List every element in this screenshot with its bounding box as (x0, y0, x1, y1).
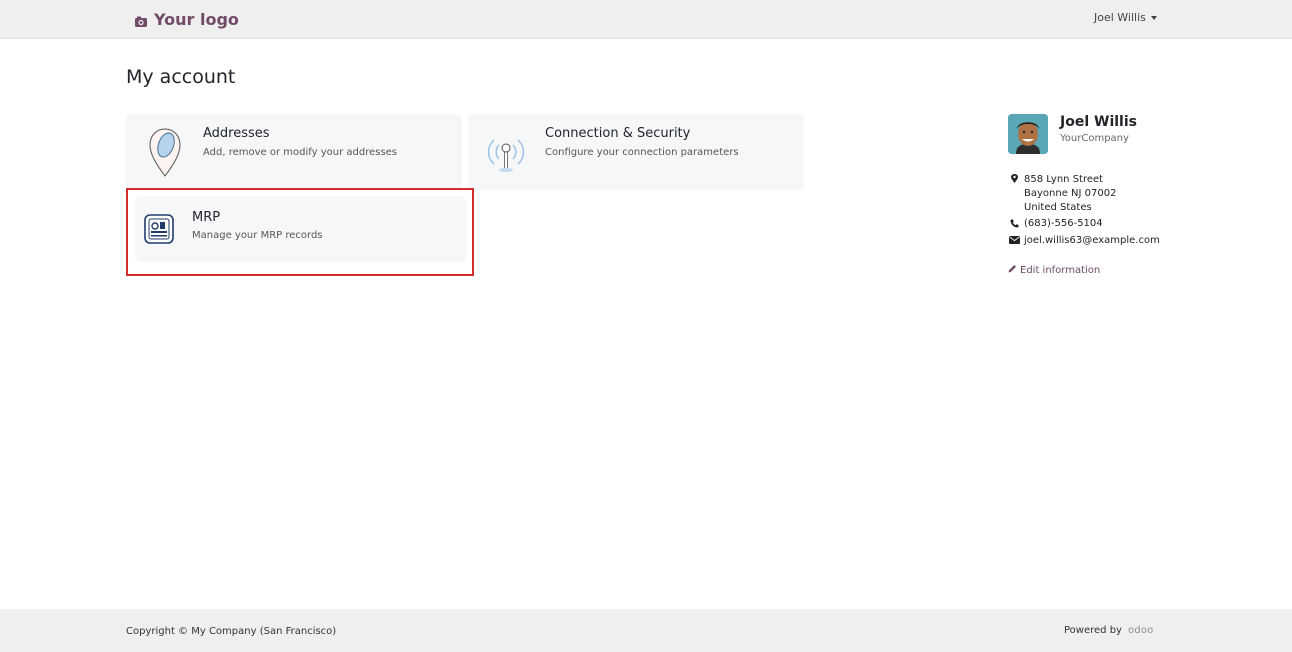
card-title: Connection & Security (545, 126, 691, 141)
phone-icon (1010, 219, 1019, 231)
camera-icon (134, 13, 148, 27)
map-pin-icon (146, 126, 184, 182)
powered-by-label: Powered by (1064, 625, 1122, 636)
pencil-icon (1008, 264, 1017, 276)
profile-email: joel.willis63@example.com (1024, 235, 1160, 246)
odoo-logo[interactable]: odoo (1128, 625, 1154, 636)
card-description: Manage your MRP records (192, 230, 323, 241)
company-logo[interactable]: Your logo (134, 8, 239, 30)
caret-down-icon (1150, 15, 1157, 20)
card-title: MRP (192, 210, 221, 225)
user-menu-name: Joel Willis (1094, 11, 1146, 24)
card-title: Addresses (203, 126, 270, 141)
mrp-card[interactable]: MRP Manage your MRP records (135, 196, 466, 262)
antenna-icon (486, 130, 526, 178)
map-marker-icon (1011, 174, 1018, 186)
footer: Copyright © My Company (San Francisco) P… (0, 609, 1292, 652)
avatar (1008, 114, 1048, 154)
address-line: United States (1024, 202, 1092, 213)
address-line: 858 Lynn Street (1024, 174, 1104, 185)
addresses-card[interactable]: Addresses Add, remove or modify your add… (126, 114, 462, 190)
profile-company: YourCompany (1060, 133, 1129, 144)
page-title: My account (126, 66, 236, 88)
user-menu-dropdown[interactable]: Joel Willis (1094, 11, 1157, 24)
edit-information-link[interactable]: Edit information (1008, 264, 1100, 276)
powered-by: Powered by odoo (1064, 625, 1153, 636)
copyright-text: Copyright © My Company (San Francisco) (126, 626, 337, 637)
profile-phone: (683)-556-5104 (1024, 218, 1103, 229)
address-line: Bayonne NJ 07002 (1024, 188, 1117, 199)
profile-name: Joel Willis (1060, 114, 1137, 130)
connection-security-card[interactable]: Connection & Security Configure your con… (468, 114, 804, 190)
card-description: Configure your connection parameters (545, 147, 739, 158)
edit-information-label: Edit information (1020, 264, 1101, 276)
card-description: Add, remove or modify your addresses (203, 147, 398, 158)
logo-text: Your logo (154, 9, 239, 29)
top-navbar: Your logo Joel Willis (0, 0, 1292, 39)
mrp-portal-icon (144, 214, 174, 248)
envelope-icon (1009, 236, 1020, 247)
